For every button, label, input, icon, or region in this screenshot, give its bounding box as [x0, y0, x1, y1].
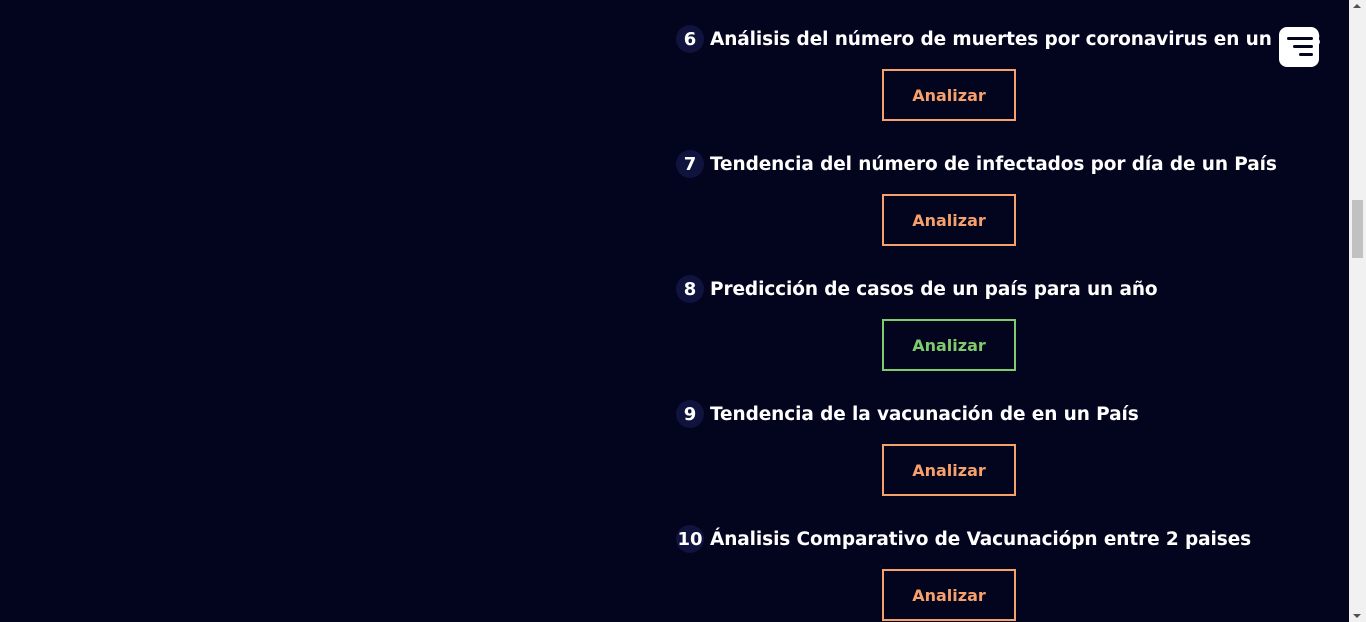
- analyze-button[interactable]: Analizar: [882, 194, 1016, 246]
- analysis-title: Tendencia de la vacunación de en un País: [710, 403, 1139, 425]
- analyze-button[interactable]: Analizar: [882, 444, 1016, 496]
- analysis-number-badge: 10: [676, 525, 704, 553]
- analysis-title: Ánalisis Comparativo de Vacunaciópn entr…: [710, 528, 1252, 550]
- analysis-item-8: 8 Predicción de casos de un país para un…: [676, 275, 1326, 400]
- analysis-title: Análisis del número de muertes por coron…: [710, 28, 1321, 50]
- analysis-heading: 9 Tendencia de la vacunación de en un Pa…: [676, 400, 1139, 428]
- analysis-heading: 7 Tendencia del número de infectados por…: [676, 150, 1277, 178]
- analyze-button[interactable]: Analizar: [882, 69, 1016, 121]
- analyze-button[interactable]: Analizar: [882, 319, 1016, 371]
- analysis-heading: 6 Análisis del número de muertes por cor…: [676, 25, 1321, 53]
- analysis-item-7: 7 Tendencia del número de infectados por…: [676, 150, 1326, 275]
- analysis-item-10: 10 Ánalisis Comparativo de Vacunaciópn e…: [676, 525, 1326, 622]
- scroll-up-arrow-icon[interactable]: [1353, 4, 1361, 8]
- analysis-number-badge: 8: [676, 275, 704, 303]
- vertical-scrollbar[interactable]: [1349, 0, 1366, 622]
- analysis-item-9: 9 Tendencia de la vacunación de en un Pa…: [676, 400, 1326, 525]
- analysis-number-badge: 6: [676, 25, 704, 53]
- page: 6 Análisis del número de muertes por cor…: [0, 0, 1366, 622]
- analyze-button[interactable]: Analizar: [882, 569, 1016, 621]
- scrollbar-thumb[interactable]: [1352, 200, 1363, 258]
- scroll-down-arrow-icon[interactable]: [1353, 614, 1361, 618]
- analysis-number-badge: 9: [676, 400, 704, 428]
- analysis-number-badge: 7: [676, 150, 704, 178]
- menu-button[interactable]: [1279, 27, 1319, 67]
- analysis-title: Tendencia del número de infectados por d…: [710, 153, 1277, 175]
- analysis-item-6: 6 Análisis del número de muertes por cor…: [676, 25, 1326, 150]
- analysis-heading: 10 Ánalisis Comparativo de Vacunaciópn e…: [676, 525, 1251, 553]
- analysis-title: Predicción de casos de un país para un a…: [710, 278, 1158, 300]
- analysis-heading: 8 Predicción de casos de un país para un…: [676, 275, 1158, 303]
